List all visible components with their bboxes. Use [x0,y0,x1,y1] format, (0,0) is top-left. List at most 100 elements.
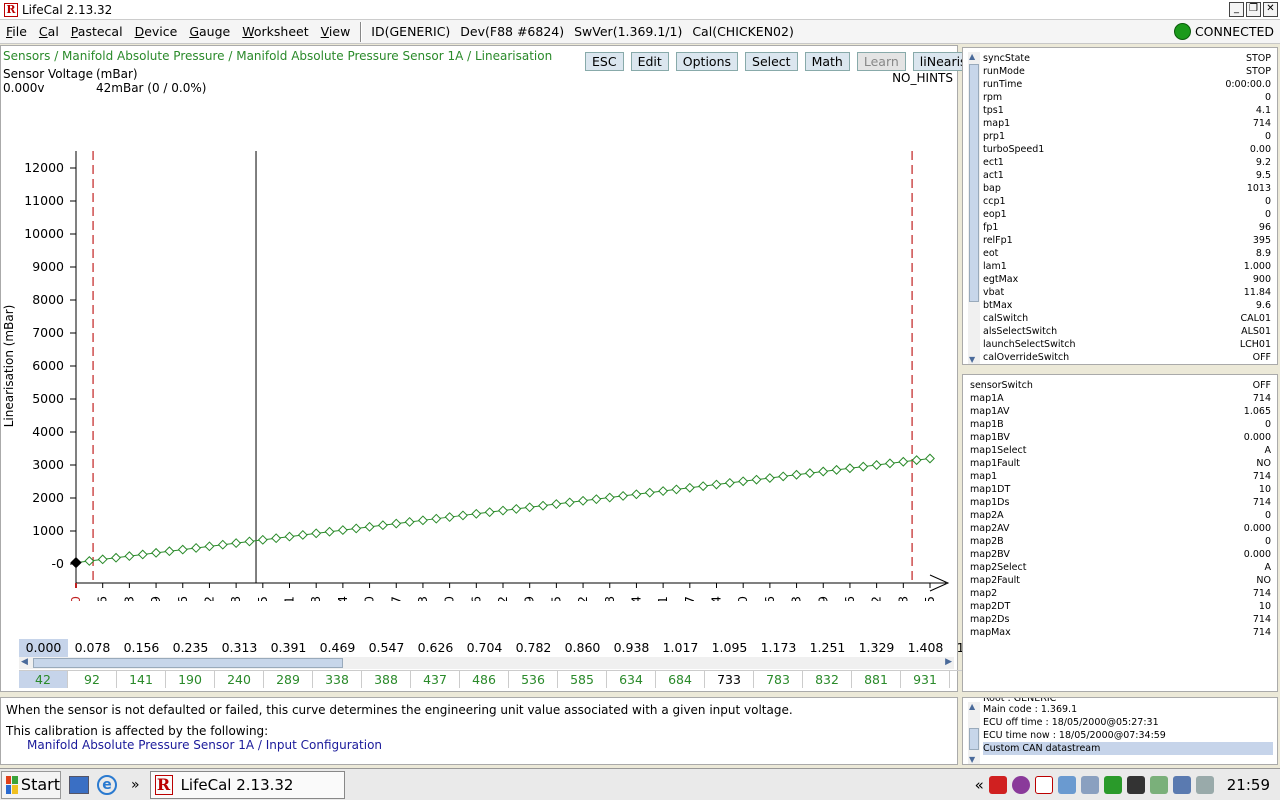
channel-row[interactable]: map1Ds 714 [970,496,1277,509]
channel-row[interactable]: act1 9.5 [983,169,1277,182]
data-point[interactable] [578,495,588,506]
data-point[interactable] [778,471,789,482]
table-x-cell[interactable]: 0.000 [19,639,68,657]
data-point[interactable] [364,521,375,532]
channel-scrollbar[interactable]: ▲ ▼ [968,52,980,364]
info-row[interactable]: ECU off time : 18/05/2000@05:27:31 [983,716,1273,729]
table-y-cell[interactable]: 931 [901,671,950,688]
data-point[interactable] [377,520,388,531]
channel-row[interactable]: ccp1 0 [983,195,1277,208]
channel-row[interactable]: map1AV 1.065 [970,405,1277,418]
table-y-cell[interactable]: 832 [803,671,852,688]
data-point[interactable] [591,494,602,505]
scroll-down-icon[interactable]: ▼ [969,755,975,764]
channel-row[interactable]: eop1 0 [983,208,1277,221]
data-point[interactable] [604,492,615,503]
data-point[interactable] [551,499,562,509]
data-point[interactable] [391,518,402,529]
quick-launch-more-icon[interactable]: » [131,777,140,793]
table-x-cell[interactable]: 1.408 [901,639,950,657]
channel-row[interactable]: launchSelectSwitch LCH01 [983,338,1277,351]
table-x-cell[interactable]: 0.860 [558,639,607,657]
channel-row[interactable]: map1A 714 [970,392,1277,405]
channel-row[interactable]: map1Select A [970,444,1277,457]
data-point[interactable] [698,481,709,492]
data-point[interactable] [177,544,188,555]
start-button[interactable]: Start [1,770,61,799]
data-point[interactable] [217,539,228,550]
data-point[interactable] [404,516,415,527]
hardware-tray-icon[interactable] [1126,776,1145,794]
menu-gauge[interactable]: Gauge [183,24,236,39]
data-point[interactable] [511,503,522,514]
table-y-cell[interactable]: 733 [705,671,754,688]
data-point[interactable] [538,500,548,511]
scroll-up-icon[interactable]: ▲ [969,702,975,711]
table-y-cell[interactable]: 92 [68,671,117,688]
channel-row[interactable]: fp1 96 [983,221,1277,234]
menu-file[interactable]: File [0,24,33,39]
linearisation-chart[interactable]: -0 1000 2000 3000 4000 5000 6000 7000 8000 9000 10… [1,101,957,601]
data-point[interactable] [311,528,322,539]
table-x-cell[interactable]: 0.235 [166,639,215,657]
data-point[interactable] [658,486,669,496]
table-y-cell[interactable]: 585 [558,671,607,688]
data-point[interactable] [151,547,162,558]
data-point[interactable] [124,551,135,562]
data-point[interactable] [351,523,362,534]
table-x-cell[interactable]: 0.626 [411,639,460,657]
info-scroll-thumb[interactable] [969,728,979,750]
info-row[interactable]: Main code : 1.369.1 [983,703,1273,716]
scroll-right-icon[interactable]: ▶ [945,657,952,667]
network-connection-icon[interactable] [1172,776,1191,794]
channel-row[interactable]: map1B 0 [970,418,1277,431]
table-y-cell[interactable]: 42 [19,671,68,688]
options-button[interactable]: Options [675,52,739,71]
channel-row[interactable]: map2AV 0.000 [970,522,1277,535]
data-point[interactable] [751,474,762,485]
data-point[interactable] [498,505,508,516]
breadcrumb[interactable]: Sensors / Manifold Absolute Pressure / M… [3,49,552,63]
data-point[interactable] [618,490,629,501]
data-point[interactable] [204,541,215,552]
data-point[interactable] [711,479,722,490]
data-point[interactable] [417,515,428,526]
ati-icon[interactable] [988,776,1007,794]
channel-row[interactable]: map1Fault NO [970,457,1277,470]
data-point[interactable] [631,489,642,500]
data-point[interactable] [458,510,468,521]
device-tray-icon[interactable] [1080,776,1099,794]
data-point[interactable] [324,526,335,537]
selected-data-point[interactable] [70,556,82,569]
volume-icon[interactable] [1195,776,1214,794]
update-tray-icon[interactable] [1103,776,1122,794]
data-point[interactable] [671,484,682,495]
table-x-cell[interactable]: 1.329 [852,639,901,657]
table-x-cell[interactable]: 0.704 [460,639,509,657]
channel-row[interactable]: egtMax 900 [983,273,1277,286]
table-y-cell[interactable]: 684 [656,671,705,688]
data-point[interactable] [925,453,935,464]
channel-row[interactable]: ect1 9.2 [983,156,1277,169]
edit-button[interactable]: Edit [630,52,669,71]
table-x-cell[interactable]: 0.469 [313,639,362,657]
data-point[interactable] [284,531,295,542]
channel-row[interactable]: map2A 0 [970,509,1277,522]
channel-row[interactable]: map2Ds 714 [970,613,1277,626]
menu-worksheet[interactable]: Worksheet [236,24,314,39]
channel-row[interactable]: rpm 0 [983,91,1277,104]
channel-row[interactable]: map2BV 0.000 [970,548,1277,561]
table-x-cell[interactable]: 0.156 [117,639,166,657]
data-point[interactable] [724,477,735,488]
table-y-cell[interactable]: 240 [215,671,264,688]
scroll-down-icon[interactable]: ▼ [969,355,975,364]
channel-row[interactable]: alsSelectSwitch ALS01 [983,325,1277,338]
info-scrollbar[interactable]: ▲ ▼ [968,702,980,764]
data-point[interactable] [844,463,855,474]
scroll-up-icon[interactable]: ▲ [969,52,975,61]
data-point[interactable] [911,455,922,466]
data-point[interactable] [244,536,255,547]
data-point[interactable] [431,513,442,524]
data-point[interactable] [97,554,108,565]
data-point[interactable] [231,538,242,549]
